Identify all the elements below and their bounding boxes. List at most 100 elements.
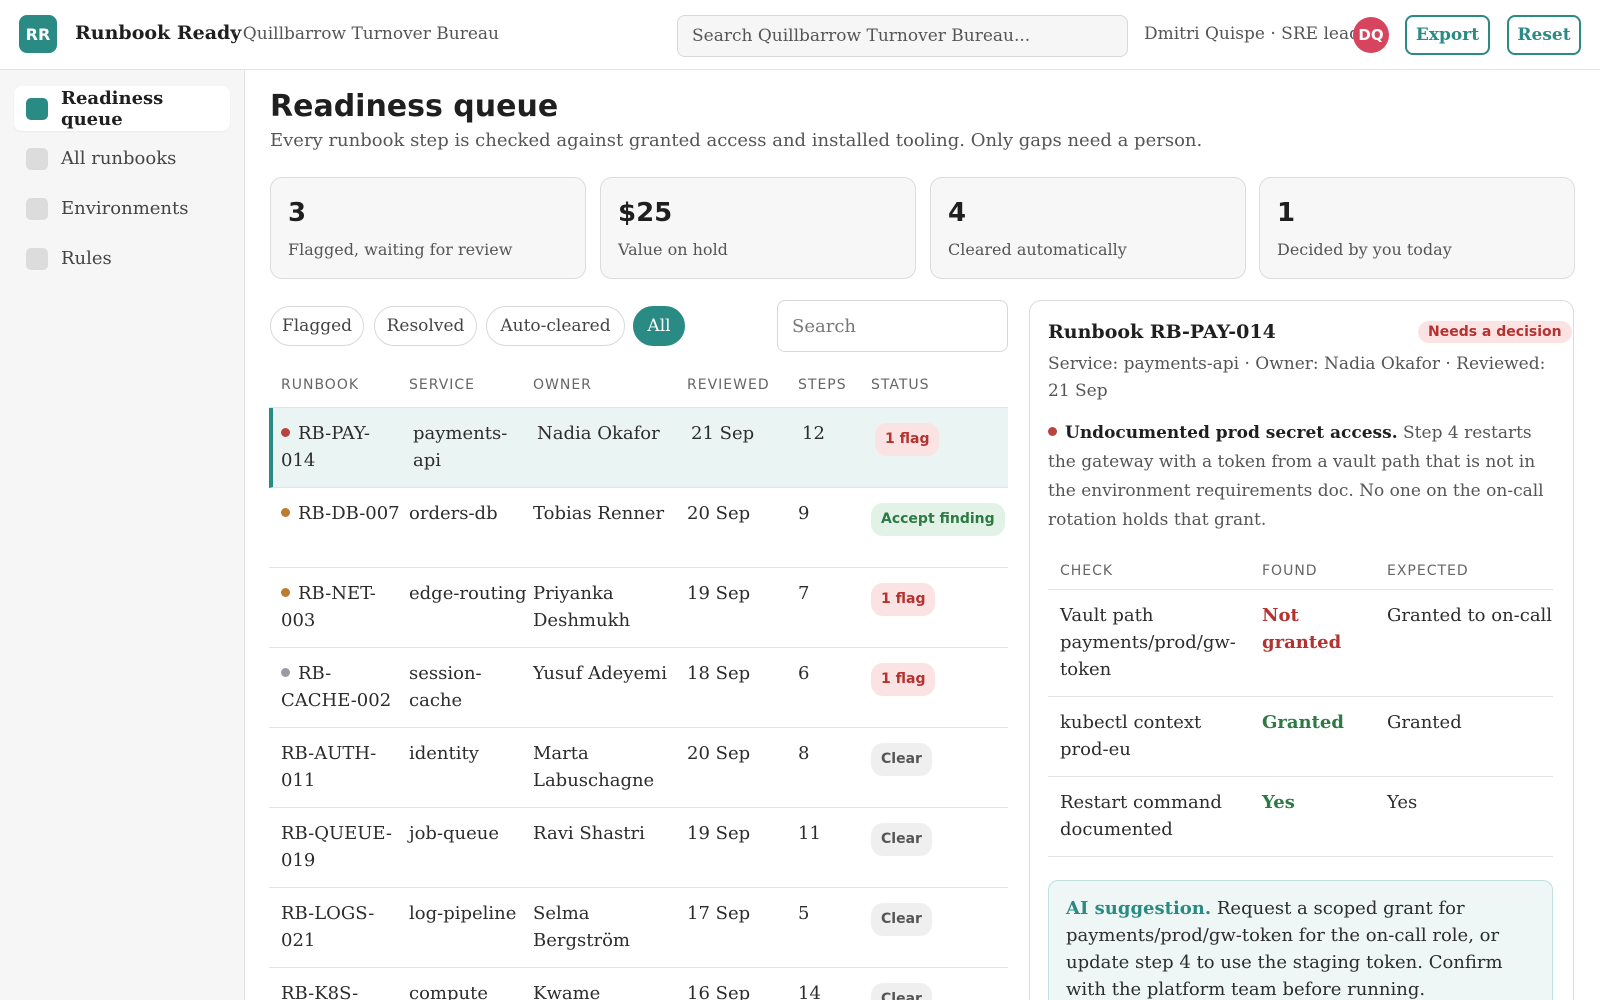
filter-auto-cleared[interactable]: Auto-cleared — [486, 306, 625, 346]
check-expected: Yes — [1387, 792, 1418, 813]
severity-dot-icon — [281, 668, 290, 677]
sidebar-item-label: Rules — [61, 248, 112, 269]
org-name: · Quillbarrow Turnover Bureau — [232, 24, 499, 44]
service-name: session-cache — [409, 663, 482, 711]
status-cell: 1 flag — [871, 663, 936, 696]
sidebar-item-label: Readiness queue — [61, 87, 164, 130]
check-row: Restart command documented Yes Yes — [1048, 777, 1553, 857]
stat-label: Flagged, waiting for review — [288, 240, 513, 259]
sidebar-item-readiness-queue[interactable]: Readiness queue — [14, 86, 230, 131]
severity-dot-icon — [1048, 427, 1057, 436]
owner-name: Tobias Renner — [533, 503, 665, 524]
sidebar-item-rules[interactable]: Rules — [14, 236, 230, 281]
sidebar-item-label: Environments — [61, 198, 189, 219]
status-badge[interactable]: Accept finding — [871, 503, 1005, 536]
table-row[interactable]: RB-LOGS-021 log-pipeline Selma Bergström 17… — [269, 888, 1008, 968]
owner-name: Yusuf Adeyemi — [533, 663, 667, 684]
runbook-search-input[interactable] — [777, 300, 1008, 352]
runbook-id: RB-DB-007 — [281, 500, 401, 527]
finding-title: Undocumented prod secret access. — [1065, 423, 1398, 443]
app-name: Runbook Ready — [75, 22, 242, 44]
check-found: Not granted — [1262, 605, 1342, 653]
runbook-id-text: RB-NET-003 — [281, 583, 376, 631]
table-row[interactable]: RB-NET-003 edge-routing Priyanka Deshmukh 1… — [269, 568, 1008, 648]
check-row: Vault path payments/prod/gw-token Not gr… — [1048, 590, 1553, 697]
sidebar-item-all-runbooks[interactable]: All runbooks — [14, 136, 230, 181]
filter-flagged[interactable]: Flagged — [270, 306, 364, 346]
owner-name: Ravi Shastri — [533, 823, 645, 844]
col-service[interactable]: SERVICE — [409, 377, 475, 393]
filter-all[interactable]: All — [633, 306, 685, 346]
avatar[interactable]: DQ — [1353, 17, 1389, 53]
table-header: RUNBOOK SERVICE OWNER REVIEWED STEPS STA… — [269, 370, 1008, 408]
reviewed-date: 19 Sep — [687, 583, 751, 604]
reset-button[interactable]: Reset — [1507, 15, 1581, 55]
table-row[interactable]: RB-DB-007 orders-db Tobias Renner 20 Sep 9 Ac… — [269, 488, 1008, 568]
owner-name: Selma Bergström — [533, 903, 630, 951]
runbook-table: RUNBOOK SERVICE OWNER REVIEWED STEPS STA… — [269, 370, 1008, 1000]
col-runbook[interactable]: RUNBOOK — [281, 377, 359, 393]
sidebar-item-label: All runbooks — [61, 148, 177, 169]
col-status[interactable]: STATUS — [871, 377, 930, 393]
col-owner[interactable]: OWNER — [533, 377, 592, 393]
runbook-id-text: RB-QUEUE-019 — [281, 823, 392, 871]
runbook-id: RB-AUTH-011 — [281, 740, 401, 794]
reviewed-date: 21 Sep — [691, 423, 755, 444]
service-name: job-queue — [409, 823, 500, 844]
stat-card-flagged: 3 Flagged, waiting for review — [270, 177, 586, 279]
queue-icon — [26, 97, 48, 120]
stat-value: $25 — [618, 198, 673, 228]
runbook-id: RB-PAY-014 — [281, 420, 401, 474]
check-row: kubectl context prod-eu Granted Granted — [1048, 697, 1553, 777]
page-title: Readiness queue — [270, 89, 559, 124]
service-name: log-pipeline — [409, 903, 517, 924]
runbook-id-text: RB-AUTH-011 — [281, 743, 377, 791]
runbook-id-text: RB-LOGS-021 — [281, 903, 375, 951]
page-subtitle: Every runbook step is checked against gr… — [270, 130, 1203, 151]
col-found: FOUND — [1262, 563, 1318, 579]
severity-dot-icon — [281, 428, 290, 437]
reviewed-date: 18 Sep — [687, 663, 751, 684]
status-cell: Accept finding — [871, 503, 1005, 536]
col-expected: EXPECTED — [1387, 563, 1469, 579]
reviewed-date: 16 Sep — [687, 983, 751, 1000]
runbook-id: RB-QUEUE-019 — [281, 820, 401, 874]
export-button[interactable]: Export — [1405, 15, 1490, 55]
step-count: 6 — [798, 663, 810, 684]
step-count: 8 — [798, 743, 810, 764]
col-steps[interactable]: STEPS — [798, 377, 847, 393]
runbook-id-text: RB-DB-007 — [298, 503, 400, 524]
sidebar-item-environments[interactable]: Environments — [14, 186, 230, 231]
status-badge: 1 flag — [871, 663, 936, 696]
table-row[interactable]: RB-K8S-compute Kwame 16 Sep 14 Clear — [269, 968, 1008, 1000]
global-search-input[interactable] — [677, 15, 1128, 57]
stat-value: 4 — [948, 198, 967, 228]
app-logo[interactable]: RR — [19, 15, 57, 53]
step-count: 9 — [798, 503, 810, 524]
table-row[interactable]: RB-QUEUE-019 job-queue Ravi Shastri 19 Sep 1… — [269, 808, 1008, 888]
status-badge: Clear — [871, 823, 932, 856]
step-count: 12 — [802, 423, 825, 444]
col-reviewed[interactable]: REVIEWED — [687, 377, 770, 393]
table-row[interactable]: RB-PAY-014 payments-api Nadia Okafor 21 Sep… — [269, 408, 1008, 488]
table-row[interactable]: RB-CACHE-002 session-cache Yusuf Adeyemi 18… — [269, 648, 1008, 728]
owner-name: Marta Labuschagne — [533, 743, 655, 791]
status-cell: Clear — [871, 823, 932, 856]
service-name: edge-routing — [409, 583, 527, 604]
status-badge: Needs a decision — [1418, 321, 1572, 343]
runbook-id: RB-LOGS-021 — [281, 900, 401, 954]
stat-value: 1 — [1277, 198, 1296, 228]
runbooks-icon — [26, 147, 48, 170]
step-count: 11 — [798, 823, 821, 844]
finding-description: Undocumented prod secret access. Step 4 … — [1048, 419, 1553, 535]
owner-name: Nadia Okafor — [537, 423, 660, 444]
reviewed-date: 17 Sep — [687, 903, 751, 924]
runbook-id: RB-K8S- — [281, 980, 401, 1000]
table-row[interactable]: RB-AUTH-011 identity Marta Labuschagne 20 S… — [269, 728, 1008, 808]
runbook-id: RB-NET-003 — [281, 580, 401, 634]
ai-suggestion-text: AI suggestion. Request a scoped grant fo… — [1066, 895, 1536, 1000]
sidebar: Readiness queue All runbooks Environment… — [0, 70, 245, 1000]
reviewed-date: 19 Sep — [687, 823, 751, 844]
runbook-id-text: RB-K8S- — [281, 983, 359, 1000]
filter-resolved[interactable]: Resolved — [374, 306, 477, 346]
